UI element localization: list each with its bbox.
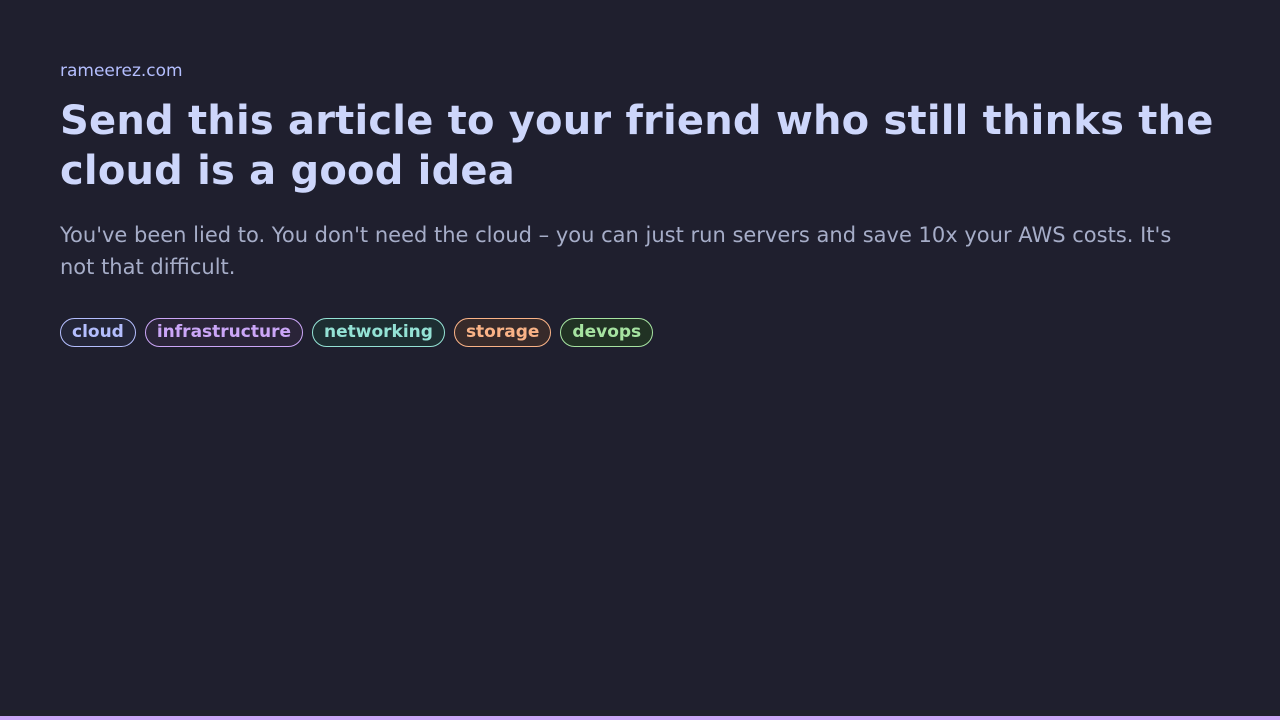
tag-infrastructure[interactable]: infrastructure [144, 318, 303, 347]
bottom-accent-bar [0, 716, 1280, 720]
tag-storage[interactable]: storage [453, 318, 552, 347]
article-subtitle: You've been lied to. You don't need the … [60, 223, 1172, 279]
article-title: Send this article to your friend who sti… [60, 98, 1214, 194]
article-header: rameerez.com Send this article to your f… [60, 60, 1220, 347]
tag-networking[interactable]: networking [312, 318, 445, 347]
tag-list: cloud infrastructure networking storage … [60, 318, 1220, 347]
page: { "site": { "domain": "rameerez.com" }, … [0, 0, 1280, 720]
tag-cloud[interactable]: cloud [60, 318, 136, 347]
tag-devops[interactable]: devops [560, 318, 654, 347]
site-domain[interactable]: rameerez.com [60, 60, 1220, 82]
